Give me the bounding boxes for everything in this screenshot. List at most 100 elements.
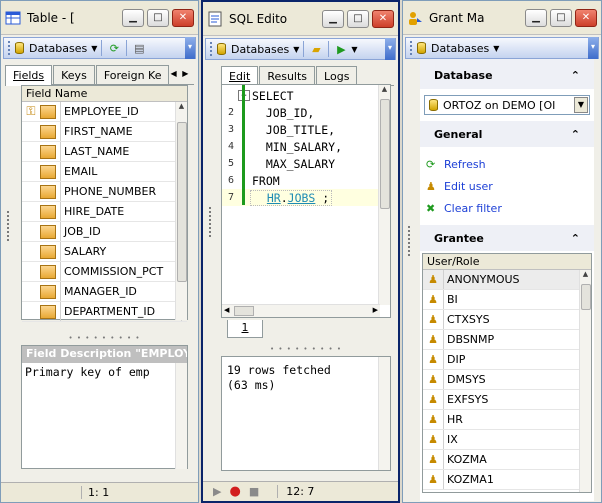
grid-header-user-role[interactable]: User/Role [423, 254, 591, 270]
horizontal-splitter[interactable]: • • • • • • • • • [221, 346, 391, 353]
user-name[interactable]: KOZMA [443, 450, 591, 469]
scroll-thumb[interactable] [177, 122, 187, 282]
close-button[interactable]: ✕ [172, 8, 194, 27]
field-name[interactable]: SALARY [60, 242, 181, 261]
sql-hscrollbar[interactable]: ◀ ▶ [222, 304, 380, 317]
chevron-down-icon[interactable]: ▼ [574, 97, 588, 113]
left-splitter-grip[interactable] [7, 211, 10, 241]
page-tab[interactable]: 1 [227, 320, 263, 338]
field-name[interactable]: HIRE_DATE [60, 202, 181, 221]
user-name[interactable]: BI [443, 290, 591, 309]
user-row[interactable]: ♟ BI [423, 290, 591, 310]
tab-fields[interactable]: Fields [5, 65, 53, 86]
field-name[interactable]: LAST_NAME [60, 142, 181, 161]
close-button[interactable]: ✕ [372, 9, 394, 28]
user-name[interactable]: EXFSYS [443, 390, 591, 409]
grid-header-field-name[interactable]: Field Name [22, 86, 187, 102]
pause-icon[interactable]: ■ [249, 485, 259, 498]
user-row[interactable]: ♟ EXFSYS [423, 390, 591, 410]
field-row[interactable]: MANAGER_ID [22, 282, 187, 302]
scroll-thumb[interactable] [581, 284, 591, 310]
sql-line-last[interactable]: 7 HR.JOBS ; [222, 189, 390, 206]
field-row[interactable]: PHONE_NUMBER [22, 182, 187, 202]
grant-window-titlebar[interactable]: Grant Ma ▁ □ ✕ [403, 1, 601, 35]
user-row[interactable]: ♟ DMSYS [423, 370, 591, 390]
field-row[interactable]: COMMISSION_PCT [22, 262, 187, 282]
field-name[interactable]: PHONE_NUMBER [60, 182, 181, 201]
field-name[interactable]: DEPARTMENT_ID [60, 302, 181, 321]
execute-dropdown-icon[interactable]: ▼ [351, 45, 357, 54]
table-window-titlebar[interactable]: Table - [ ▁ □ ✕ [1, 1, 198, 35]
execute-icon[interactable]: ▶ [333, 41, 349, 57]
toolbar-overflow-button[interactable]: ▾ [185, 37, 195, 59]
fields-scrollbar[interactable]: ▲ [175, 102, 187, 320]
user-row[interactable]: ♟ DIP [423, 350, 591, 370]
refresh-link[interactable]: ⟳ Refresh [420, 153, 594, 175]
databases-dropdown[interactable]: Databases [29, 42, 87, 55]
field-row[interactable]: LAST_NAME [22, 142, 187, 162]
tab-scroll-left-icon[interactable]: ◀ [170, 65, 182, 84]
sql-vscrollbar[interactable]: ▲ [378, 85, 390, 305]
user-row[interactable]: ♟ DBSNMP [423, 330, 591, 350]
sql-line[interactable]: 2 JOB_ID, [222, 104, 390, 121]
general-section-header[interactable]: General ⌃ [420, 124, 594, 144]
field-name[interactable]: COMMISSION_PCT [60, 262, 181, 281]
user-name[interactable]: KOZMA1 [443, 470, 591, 489]
field-name[interactable]: EMPLOYEE_ID [60, 102, 181, 121]
right-splitter-grip[interactable] [408, 226, 411, 256]
chevron-down-icon[interactable]: ▼ [91, 44, 97, 53]
field-row[interactable]: EMAIL [22, 162, 187, 182]
maximize-button[interactable]: □ [550, 8, 572, 27]
sql-line[interactable]: 6 FROM [222, 172, 390, 189]
sql-line[interactable]: 4 MIN_SALARY, [222, 138, 390, 155]
user-name[interactable]: IX [443, 430, 591, 449]
stop-icon[interactable]: ● [229, 484, 240, 499]
clear-filter-link[interactable]: ✖ Clear filter [420, 197, 594, 219]
user-name[interactable]: ANONYMOUS [443, 270, 591, 289]
toolbar-overflow-button[interactable]: ▾ [588, 37, 598, 59]
minimize-button[interactable]: ▁ [525, 8, 547, 27]
sql-line[interactable]: −SELECT [222, 87, 390, 104]
sql-editor-area[interactable]: −SELECT2 JOB_ID,3 JOB_TITLE,4 MIN_SALARY… [221, 84, 391, 318]
horizontal-splitter[interactable]: • • • • • • • • • [21, 335, 188, 342]
grantee-section-header[interactable]: Grantee ⌃ [420, 228, 594, 248]
refresh-icon[interactable]: ⟳ [106, 40, 122, 56]
minimize-button[interactable]: ▁ [122, 8, 144, 27]
field-name[interactable]: JOB_ID [60, 222, 181, 241]
toolbar-overflow-button[interactable]: ▾ [385, 38, 395, 60]
user-row[interactable]: ♟ CTXSYS [423, 310, 591, 330]
run-icon[interactable]: ▶ [213, 485, 221, 498]
sql-window-titlebar[interactable]: SQL Edito ▁ □ ✕ [203, 2, 398, 36]
chevron-down-icon[interactable]: ▼ [493, 44, 499, 53]
sql-line[interactable]: 3 JOB_TITLE, [222, 121, 390, 138]
user-name[interactable]: DBSNMP [443, 330, 591, 349]
user-name[interactable]: HR [443, 410, 591, 429]
user-row[interactable]: ♟ KOZMA [423, 450, 591, 470]
hscroll-thumb[interactable] [234, 306, 254, 316]
user-row[interactable]: ♟ IX [423, 430, 591, 450]
field-row[interactable]: ⚿ EMPLOYEE_ID [22, 102, 187, 122]
close-button[interactable]: ✕ [575, 8, 597, 27]
open-folder-icon[interactable]: ▰ [308, 41, 324, 57]
tab-results[interactable]: Results [259, 66, 316, 85]
result-scrollbar[interactable] [378, 357, 390, 470]
user-row[interactable]: ♟ KOZMA1 [423, 470, 591, 490]
maximize-button[interactable]: □ [147, 8, 169, 27]
tab-logs[interactable]: Logs [316, 66, 358, 85]
tab-keys[interactable]: Keys [53, 65, 95, 84]
databases-dropdown[interactable]: Databases [431, 42, 489, 55]
field-row[interactable]: DEPARTMENT_ID [22, 302, 187, 322]
maximize-button[interactable]: □ [347, 9, 369, 28]
field-name[interactable]: MANAGER_ID [60, 282, 181, 301]
database-section-header[interactable]: Database ⌃ [420, 65, 594, 85]
sql-code[interactable]: −SELECT2 JOB_ID,3 JOB_TITLE,4 MIN_SALARY… [222, 85, 390, 189]
collapse-icon[interactable]: ⌃ [571, 128, 580, 141]
minimize-button[interactable]: ▁ [322, 9, 344, 28]
field-row[interactable]: JOB_ID [22, 222, 187, 242]
field-name[interactable]: EMAIL [60, 162, 181, 181]
properties-icon[interactable]: ▤ [131, 40, 147, 56]
toolbar-grip[interactable] [410, 41, 413, 55]
user-name[interactable]: DMSYS [443, 370, 591, 389]
scroll-up-icon[interactable]: ▲ [580, 270, 591, 282]
scroll-right-icon[interactable]: ▶ [373, 306, 378, 314]
